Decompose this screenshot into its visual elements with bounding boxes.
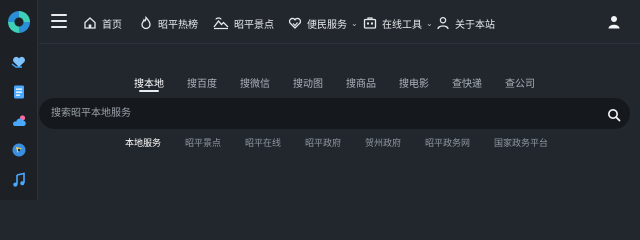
tab-products[interactable]: 搜商品 <box>346 75 376 90</box>
search-input[interactable] <box>51 98 591 129</box>
nav-item-label: 昭平热榜 <box>158 19 198 31</box>
user-icon[interactable] <box>607 14 621 33</box>
nav-item-hot-list[interactable]: 昭平热榜 <box>139 13 198 33</box>
tab-express[interactable]: 查快递 <box>452 75 482 90</box>
active-tab-indicator <box>139 90 159 92</box>
landscape-icon <box>213 17 229 30</box>
search-bar <box>39 98 630 129</box>
quick-link-local-services[interactable]: 本地服务 <box>125 136 161 149</box>
tab-local[interactable]: 搜本地 <box>134 75 164 90</box>
person-icon <box>437 16 449 30</box>
quick-link-national-platform[interactable]: 国家政务平台 <box>494 136 548 149</box>
music-icon[interactable] <box>9 170 29 190</box>
nav-item-label: 昭平景点 <box>234 19 274 31</box>
document-icon[interactable] <box>9 82 29 102</box>
cloud-icon[interactable] <box>9 111 29 131</box>
logo-icon[interactable] <box>8 11 30 33</box>
nav-item-about[interactable]: 关于本站 <box>436 13 495 33</box>
nav-item-label: 便民服务 <box>307 19 347 31</box>
top-nav-bar: 首页 昭平热榜 昭平景点 便民服务 ⌄ 在线工具 ⌄ 关于本站 <box>39 0 640 44</box>
toolbox-icon <box>363 17 377 29</box>
flame-icon <box>141 16 151 30</box>
home-icon <box>84 17 96 29</box>
nav-item-home[interactable]: 首页 <box>83 13 122 33</box>
hamburger-menu-icon[interactable] <box>51 14 67 30</box>
quick-link-zhaoping-online[interactable]: 昭平在线 <box>245 136 281 149</box>
quick-link-hezhou-gov[interactable]: 贺州政府 <box>365 136 401 149</box>
nav-item-label: 首页 <box>102 19 122 31</box>
heart-service-icon <box>288 17 302 29</box>
nav-item-scenic-spots[interactable]: 昭平景点 <box>213 13 274 33</box>
search-icon[interactable] <box>607 107 621 122</box>
main-content: 首页 昭平热榜 昭平景点 便民服务 ⌄ 在线工具 ⌄ 关于本站 搜本地 搜百度 … <box>39 0 640 200</box>
nav-item-label: 关于本站 <box>455 19 495 31</box>
tab-company[interactable]: 查公司 <box>505 75 535 90</box>
quick-link-scenic-spots[interactable]: 昭平景点 <box>185 136 221 149</box>
nav-item-online-tools[interactable]: 在线工具 ⌄ <box>363 13 433 33</box>
tab-movies[interactable]: 搜电影 <box>399 75 429 90</box>
quick-links: 本地服务 昭平景点 昭平在线 昭平政府 贺州政府 昭平政务网 国家政务平台 <box>39 136 640 150</box>
sidebar <box>0 0 38 200</box>
heart-hands-icon[interactable] <box>9 52 29 72</box>
nav-item-label: 在线工具 <box>382 19 422 31</box>
quick-link-zhaoping-gov[interactable]: 昭平政府 <box>305 136 341 149</box>
chevron-down-icon: ⌄ <box>426 18 433 28</box>
tab-wechat[interactable]: 搜微信 <box>240 75 270 90</box>
chevron-down-icon: ⌄ <box>351 18 358 28</box>
compass-icon[interactable] <box>9 140 29 160</box>
quick-link-gov-affairs[interactable]: 昭平政务网 <box>425 136 470 149</box>
search-engine-tabs: 搜本地 搜百度 搜微信 搜动图 搜商品 搜电影 查快递 查公司 <box>39 75 640 92</box>
tab-gif[interactable]: 搜动图 <box>293 75 323 90</box>
tab-baidu[interactable]: 搜百度 <box>187 75 217 90</box>
nav-item-public-services[interactable]: 便民服务 ⌄ <box>288 13 358 33</box>
